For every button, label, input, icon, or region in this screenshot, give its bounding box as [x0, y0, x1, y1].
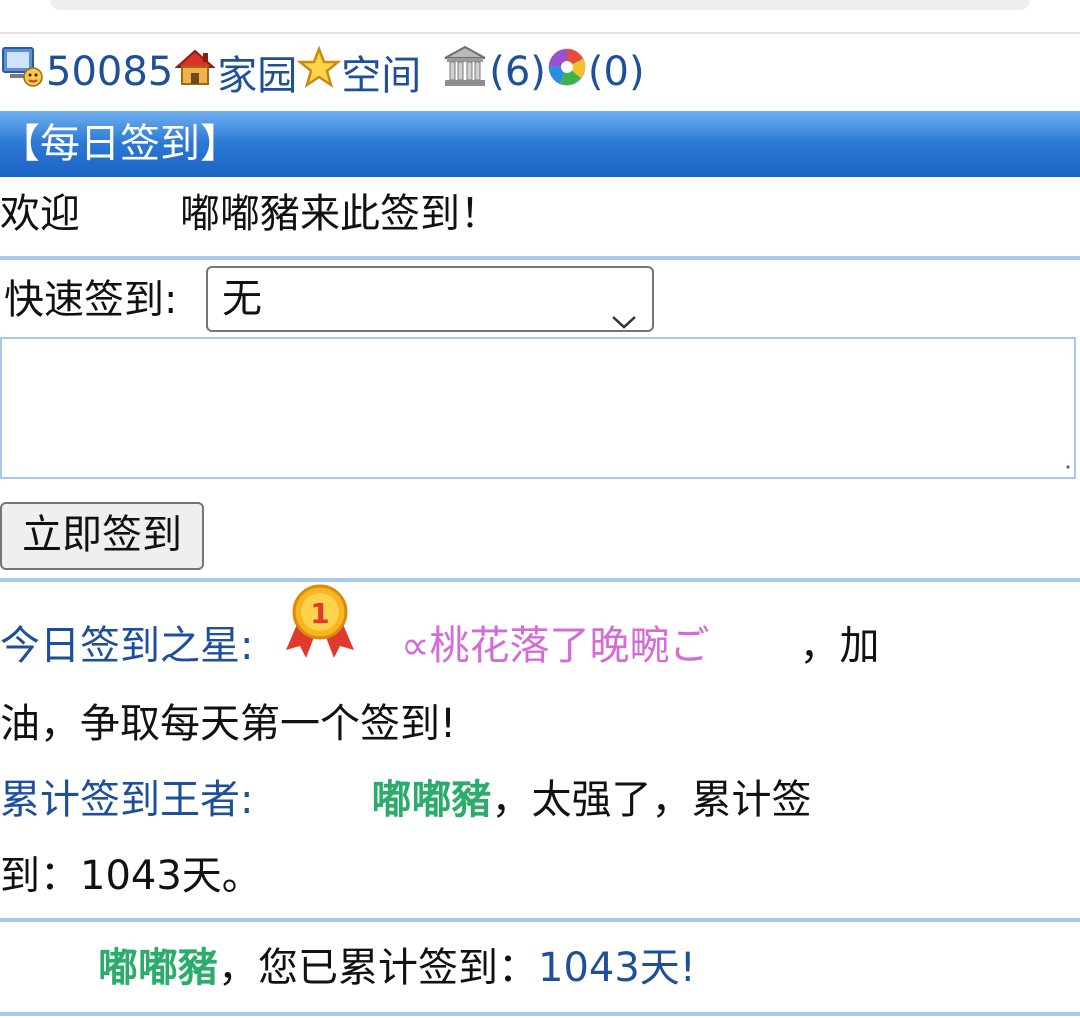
signin-now-button[interactable]: 立即签到 — [0, 502, 204, 570]
signin-message-textarea[interactable] — [0, 337, 1076, 479]
home-icon — [173, 45, 217, 99]
quick-signin-select[interactable]: 无 — [206, 266, 654, 332]
star-label: 今日签到之星: — [0, 623, 254, 669]
home-link[interactable]: 家园 — [217, 43, 297, 101]
bank-count-link[interactable]: (6) — [489, 49, 546, 95]
select-value: 无 — [222, 276, 262, 322]
summary-user-link[interactable]: 嘟嘟豬 — [98, 945, 218, 991]
king-line: 累计签到王者: 嘟嘟豬，太强了，累计签 — [0, 770, 1080, 830]
section-title: 【每日签到】 — [0, 121, 240, 167]
separator-4 — [0, 1012, 1080, 1016]
section-header: 【每日签到】 — [0, 111, 1080, 177]
space-link[interactable]: 空间 — [341, 43, 421, 101]
star-user-link[interactable]: ∝桃花落了晚畹ご — [401, 623, 710, 669]
pc-user-icon — [0, 44, 46, 100]
summary-days: 1043天! — [538, 945, 696, 991]
welcome-suffix: 来此签到！ — [300, 191, 500, 237]
summary-line: 嘟嘟豬，您已累计签到：1043天! — [98, 938, 1058, 998]
welcome-prefix: 欢迎 — [0, 191, 80, 237]
welcome-line: 欢迎 嘟嘟豬来此签到！ — [0, 186, 1080, 242]
top-nav: 50085 家园 空间 (6) (0) — [0, 40, 645, 104]
king-user-link[interactable]: 嘟嘟豬 — [371, 777, 491, 823]
king-label: 累计签到王者: — [0, 777, 254, 823]
album-icon — [546, 46, 588, 98]
king-line-2: 到：1043天。 — [0, 846, 1080, 906]
welcome-username: 嘟嘟豬 — [180, 191, 300, 237]
album-count-link[interactable]: (0) — [588, 49, 645, 95]
star-encourage-text: 油，争取每天第一个签到! — [0, 701, 457, 747]
bank-icon — [441, 44, 489, 100]
user-id-link[interactable]: 50085 — [46, 49, 173, 95]
today-star-line-2: 油，争取每天第一个签到! — [0, 694, 1080, 754]
gold-medal-icon: 1 — [282, 582, 358, 685]
king-days-text: 到：1043天。 — [0, 853, 262, 899]
today-star-line: 今日签到之星: 1 ∝桃花落了晚畹ご ，加 — [0, 584, 1080, 684]
king-text: ，太强了，累计签 — [491, 777, 812, 823]
separator-2 — [0, 578, 1080, 582]
svg-text:1: 1 — [310, 597, 329, 630]
quick-signin-label: 快速签到: — [4, 277, 178, 323]
star-separator: ，加 — [799, 623, 880, 669]
browser-bar-remnant — [50, 0, 1030, 10]
top-divider — [0, 32, 1080, 34]
separator-1 — [0, 256, 1080, 260]
summary-text: ，您已累计签到： — [218, 945, 538, 991]
star-icon — [296, 45, 342, 99]
resize-grip-icon[interactable] — [1062, 456, 1072, 475]
separator-3 — [0, 918, 1080, 922]
